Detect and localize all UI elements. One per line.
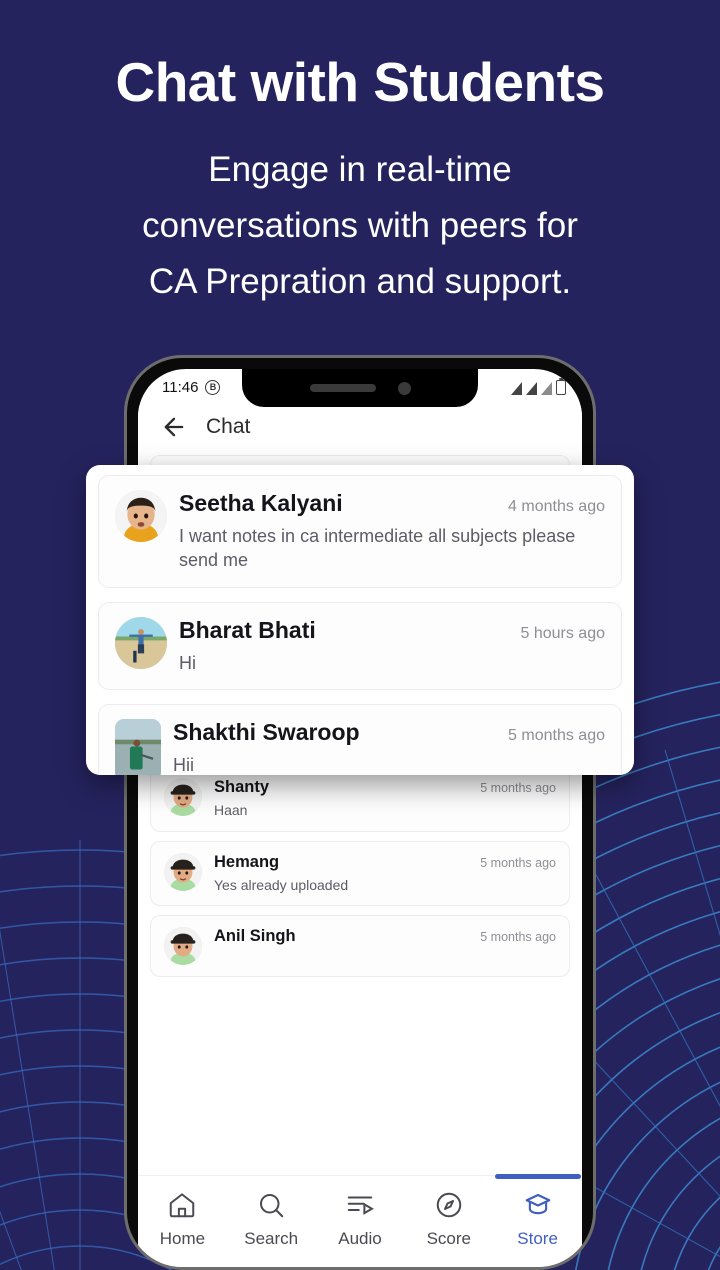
compass-icon xyxy=(436,1192,462,1218)
avatar-shakthi-icon xyxy=(115,718,161,775)
signal-icon xyxy=(526,381,537,395)
contact-name: Hemang xyxy=(214,852,280,871)
nav-item-search[interactable]: Search xyxy=(227,1190,316,1249)
highlighted-chat-overlay: Seetha Kalyani 4 months ago I want notes… xyxy=(86,465,634,775)
nav-item-score[interactable]: Score xyxy=(404,1190,493,1249)
avatar-hemang-icon xyxy=(164,852,202,891)
message-preview: Yes already uploaded xyxy=(214,876,349,893)
phone-notch xyxy=(242,369,478,407)
contact-name: Seetha Kalyani xyxy=(179,490,343,516)
list-item-body: Seetha Kalyani 4 months ago I want notes… xyxy=(179,490,605,573)
front-camera xyxy=(397,381,411,395)
timestamp: 5 months ago xyxy=(480,855,556,870)
hero-subtitle: Engage in real-time conversations with p… xyxy=(0,142,720,310)
list-item-body: Anil Singh 5 months ago xyxy=(214,927,556,950)
message-preview: Hi xyxy=(179,652,196,673)
contact-name: Shanty xyxy=(214,777,270,796)
graduation-cap-icon xyxy=(525,1193,550,1215)
list-item-header: Shakthi Swaroop 5 months ago xyxy=(173,719,605,746)
list-item[interactable]: Bharat Bhati 5 hours ago Hi xyxy=(98,601,622,690)
signal-icon xyxy=(541,381,552,395)
page-title: Chat with Students xyxy=(115,51,605,113)
message-preview: Haan xyxy=(214,801,248,818)
status-bar-left: 11:46 B xyxy=(162,378,221,396)
search-icon xyxy=(260,1194,284,1218)
list-item[interactable]: Seetha Kalyani 4 months ago I want notes… xyxy=(98,475,622,588)
avatar-seetha-icon xyxy=(115,490,167,542)
back-arrow-icon[interactable] xyxy=(160,413,188,441)
contact-name: Shakthi Swaroop xyxy=(173,718,360,745)
hero-text-block: Chat with Students Engage in real-time c… xyxy=(0,51,720,310)
avatar-anil-icon xyxy=(164,927,202,966)
signal-icon xyxy=(511,381,522,395)
timestamp: 5 months ago xyxy=(508,726,605,744)
avatar-shanty-icon xyxy=(164,777,202,816)
timestamp: 5 months ago xyxy=(480,780,556,795)
avatar xyxy=(115,616,167,669)
list-item-header: Bharat Bhati 5 hours ago xyxy=(179,617,605,644)
battery-icon xyxy=(556,377,566,395)
status-time: 11:46 xyxy=(162,378,199,396)
message-preview: I want notes in ca intermediate all subj… xyxy=(179,526,576,571)
list-item-body: Hemang 5 months ago Yes already uploaded xyxy=(214,853,556,895)
earpiece-speaker xyxy=(309,384,376,392)
list-item[interactable]: Anil Singh 5 months ago xyxy=(150,915,570,978)
list-item[interactable]: Shanty 5 months ago Haan xyxy=(150,765,570,832)
timestamp: 5 months ago xyxy=(480,930,556,945)
list-item[interactable]: Shakthi Swaroop 5 months ago Hii xyxy=(98,703,622,775)
avatar xyxy=(164,777,202,816)
nav-label: Search xyxy=(244,1229,299,1248)
nav-label: Home xyxy=(159,1229,206,1248)
list-item-body: Shakthi Swaroop 5 months ago Hii xyxy=(173,719,605,775)
list-item-header: Shanty 5 months ago xyxy=(214,778,556,797)
nav-label: Score xyxy=(426,1229,471,1248)
nav-item-store[interactable]: Store xyxy=(493,1174,582,1249)
home-icon xyxy=(170,1193,195,1218)
timestamp: 5 hours ago xyxy=(520,624,605,642)
list-item-header: Seetha Kalyani 4 months ago xyxy=(179,490,605,517)
avatar xyxy=(164,927,202,966)
active-tab-indicator xyxy=(494,1174,581,1179)
page-title: Chat xyxy=(206,415,251,438)
status-bar-right xyxy=(511,377,566,395)
contact-name: Bharat Bhati xyxy=(179,616,316,643)
hero-subtitle-line: CA Prepration and support. xyxy=(148,261,572,301)
nav-label: Store xyxy=(517,1229,558,1248)
list-item-header: Hemang 5 months ago xyxy=(214,853,556,872)
bluetooth-badge-icon: B xyxy=(205,379,221,395)
hero-subtitle-line: Engage in real-time xyxy=(208,149,512,189)
nav-label: Audio xyxy=(338,1229,382,1248)
contact-name: Anil Singh xyxy=(214,927,296,946)
list-item-body: Shanty 5 months ago Haan xyxy=(214,778,556,820)
nav-item-audio[interactable]: Audio xyxy=(316,1190,405,1249)
promo-screenshot: Chat with Students Engage in real-time c… xyxy=(0,0,720,1270)
app-bar: Chat xyxy=(138,405,582,455)
avatar xyxy=(115,718,161,775)
nav-item-home[interactable]: Home xyxy=(138,1190,227,1249)
list-item-body: Bharat Bhati 5 hours ago Hi xyxy=(179,617,605,675)
list-item[interactable]: Hemang 5 months ago Yes already uploaded xyxy=(150,840,570,907)
message-preview: Hii xyxy=(173,754,194,775)
audio-icon xyxy=(347,1196,374,1215)
bottom-navigation: Home Search Audio Score Store xyxy=(138,1174,582,1267)
hero-subtitle-line: conversations with peers for xyxy=(142,205,578,245)
list-item-header: Anil Singh 5 months ago xyxy=(214,927,556,946)
avatar xyxy=(115,490,167,542)
timestamp: 4 months ago xyxy=(508,498,605,515)
avatar-bharat-icon xyxy=(115,616,167,669)
avatar xyxy=(164,852,202,891)
